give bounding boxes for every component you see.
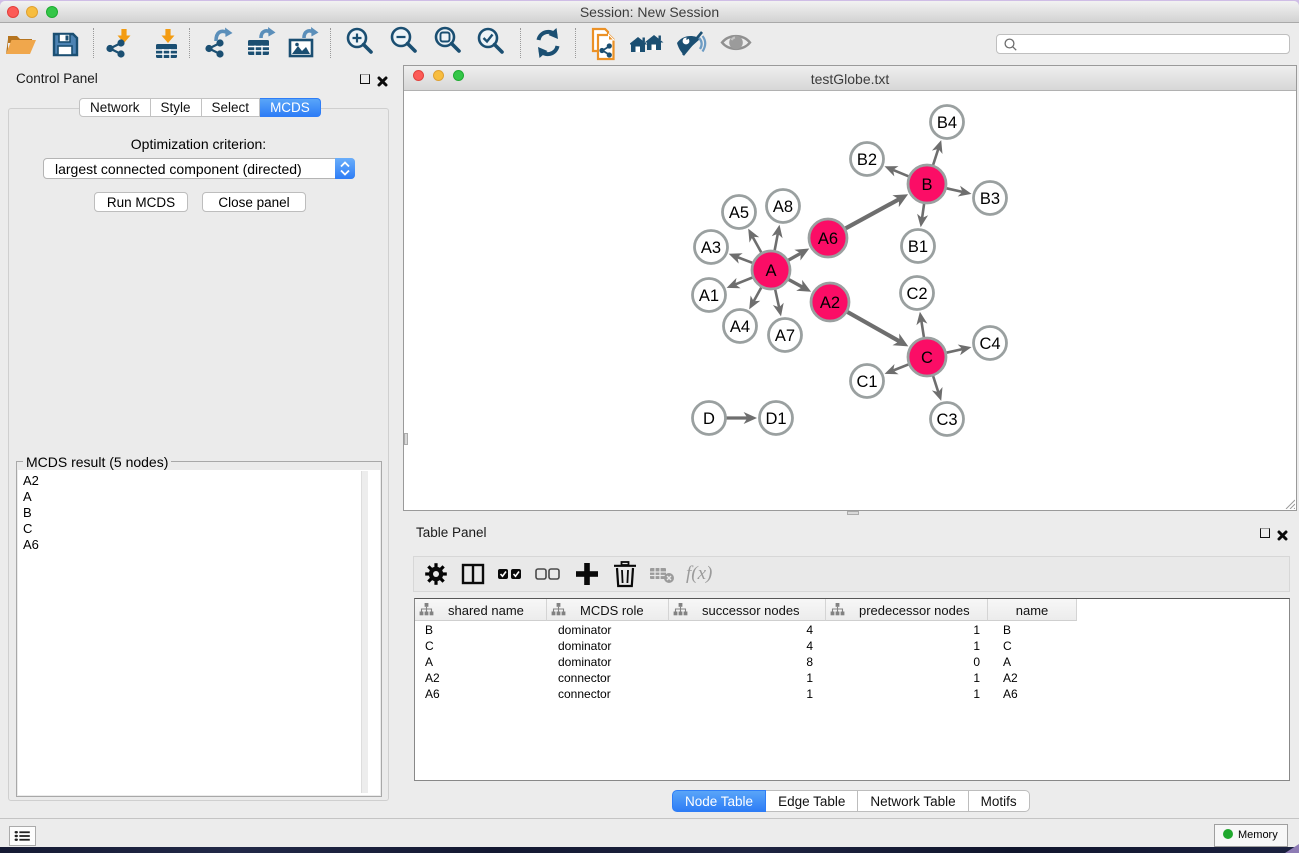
svg-text:A4: A4 xyxy=(730,318,750,336)
svg-text:B3: B3 xyxy=(980,190,1000,208)
svg-text:D: D xyxy=(703,410,715,428)
svg-text:B2: B2 xyxy=(857,151,877,169)
svg-text:A: A xyxy=(765,262,776,280)
svg-text:C3: C3 xyxy=(936,411,957,429)
svg-text:B1: B1 xyxy=(908,238,928,256)
svg-text:C4: C4 xyxy=(979,335,1000,353)
svg-text:A6: A6 xyxy=(818,230,838,248)
svg-text:A2: A2 xyxy=(820,294,840,312)
svg-text:B4: B4 xyxy=(937,114,957,132)
svg-text:B: B xyxy=(921,176,932,194)
svg-text:C2: C2 xyxy=(906,285,927,303)
svg-text:D1: D1 xyxy=(765,410,786,428)
svg-text:C1: C1 xyxy=(856,373,877,391)
svg-text:A3: A3 xyxy=(701,239,721,257)
svg-text:A7: A7 xyxy=(775,327,795,345)
svg-text:A8: A8 xyxy=(773,198,793,216)
svg-text:A1: A1 xyxy=(699,287,719,305)
svg-text:A5: A5 xyxy=(729,204,749,222)
svg-text:C: C xyxy=(921,349,933,367)
